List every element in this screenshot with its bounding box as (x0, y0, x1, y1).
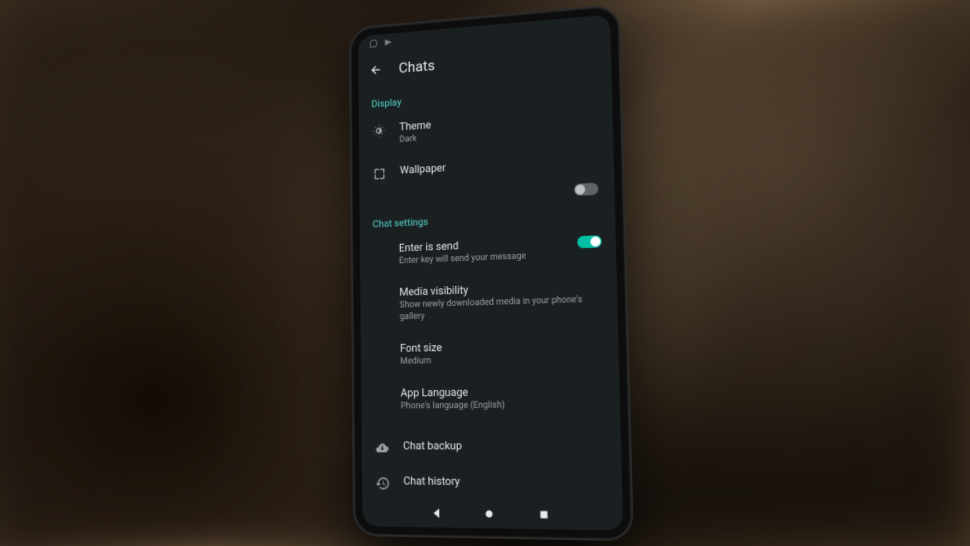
theme-icon (372, 123, 387, 139)
media-visibility-label: Media visibility (399, 279, 603, 300)
settings-content: Display Theme Dark Wallpaper (358, 70, 622, 501)
wallpaper-label: Wallpaper (400, 152, 600, 178)
nav-back-icon[interactable] (429, 506, 443, 520)
phone-device: Chats Display Theme Dark Wallpaper (351, 6, 632, 539)
back-icon[interactable] (369, 63, 382, 77)
chat-backup-label: Chat backup (403, 439, 607, 454)
phone-screen: Chats Display Theme Dark Wallpaper (358, 14, 623, 530)
toggle-knob (590, 236, 600, 247)
media-visibility-subtitle: Show newly downloaded media in your phon… (400, 295, 604, 324)
setting-media-visibility[interactable]: Media visibility Show newly downloaded m… (360, 269, 618, 333)
app-language-value: Phone's language (English) (401, 399, 606, 413)
misc-toggle[interactable] (574, 183, 598, 196)
wallpaper-icon (372, 166, 387, 182)
setting-chat-backup[interactable]: Chat backup (362, 429, 622, 466)
cloud-backup-icon (375, 440, 390, 456)
font-size-value: Medium (400, 353, 604, 368)
whatsapp-status-icon (369, 38, 378, 48)
nav-recents-icon[interactable] (536, 507, 550, 522)
font-size-label: Font size (400, 337, 604, 356)
nav-home-icon[interactable] (482, 507, 496, 522)
history-icon (375, 475, 390, 491)
page-title: Chats (399, 57, 435, 77)
toggle-knob (575, 184, 585, 195)
enter-send-toggle[interactable] (577, 235, 602, 248)
setting-chat-history[interactable]: Chat history (362, 465, 623, 501)
app-language-label: App Language (400, 384, 605, 401)
setting-app-language[interactable]: App Language Phone's language (English) (361, 374, 620, 422)
play-store-status-icon (384, 37, 393, 47)
setting-font-size[interactable]: Font size Medium (361, 328, 620, 378)
chat-history-label: Chat history (403, 474, 607, 490)
android-nav-bar (362, 498, 623, 530)
